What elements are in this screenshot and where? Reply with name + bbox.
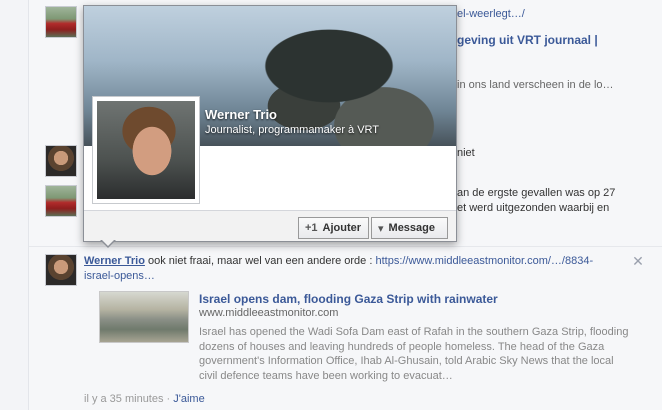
hovercard-name[interactable]: Werner Trio xyxy=(205,107,277,122)
post-time[interactable]: il y a 35 minutes xyxy=(84,393,163,405)
message-button[interactable]: ▾ Message xyxy=(371,217,448,239)
post-meta: il y a 35 minutes · J'aime xyxy=(84,393,205,405)
post-text: ook niet fraai, maar wel van een andere … xyxy=(144,255,376,267)
add-friend-icon: +1 xyxy=(305,222,318,234)
avatar-car[interactable] xyxy=(45,6,77,38)
post-url-link[interactable]: https://www.middleeastmonitor.com/…/8834… xyxy=(375,255,593,267)
feed-text-fragment: in ons land verscheen in de lo… xyxy=(457,79,614,91)
profile-photo[interactable] xyxy=(92,96,200,204)
share-thumbnail[interactable] xyxy=(99,291,189,343)
close-icon[interactable]: ✕ xyxy=(631,254,645,268)
share-description: Israel has opened the Wadi Sofa Dam east… xyxy=(199,326,629,382)
meta-separator: · xyxy=(163,393,174,405)
hovercard-footer: +1 Ajouter ▾ Message xyxy=(84,210,456,241)
message-label: Message xyxy=(388,222,436,234)
post-body: Werner Trio ook niet fraai, maar wel van… xyxy=(84,254,614,284)
avatar-werner[interactable] xyxy=(45,145,77,177)
feed-text-fragment: niet xyxy=(457,147,475,159)
profile-photo-image xyxy=(97,101,195,199)
hovercard-pointer xyxy=(100,239,116,248)
avatar-werner[interactable] xyxy=(45,254,77,286)
profile-hovercard: Werner Trio Journalist, programmamaker à… xyxy=(83,5,457,242)
share-title-link[interactable]: Israel opens dam, flooding Gaza Strip wi… xyxy=(199,292,498,306)
avatar-car[interactable] xyxy=(45,185,77,217)
share-domain: www.middleeastmonitor.com xyxy=(199,307,339,319)
post-url-link-cont[interactable]: israel-opens… xyxy=(84,270,155,282)
add-friend-button[interactable]: +1 Ajouter xyxy=(298,217,369,239)
like-link[interactable]: J'aime xyxy=(173,393,204,405)
add-friend-label: Ajouter xyxy=(322,222,362,234)
feed-title-fragment[interactable]: geving uit VRT journaal | xyxy=(457,33,598,47)
message-icon: ▾ xyxy=(378,222,384,235)
feed-text-fragment: an de ergste gevallen was op 27 xyxy=(457,187,616,199)
post-author-link[interactable]: Werner Trio xyxy=(84,255,145,267)
feed-text-fragment: et werd uitgezonden waarbij en xyxy=(457,202,610,214)
feed-link-fragment[interactable]: el-weerlegt…/ xyxy=(457,8,525,20)
hovercard-subtitle: Journalist, programmamaker à VRT xyxy=(205,124,380,136)
feed-divider xyxy=(29,246,662,247)
